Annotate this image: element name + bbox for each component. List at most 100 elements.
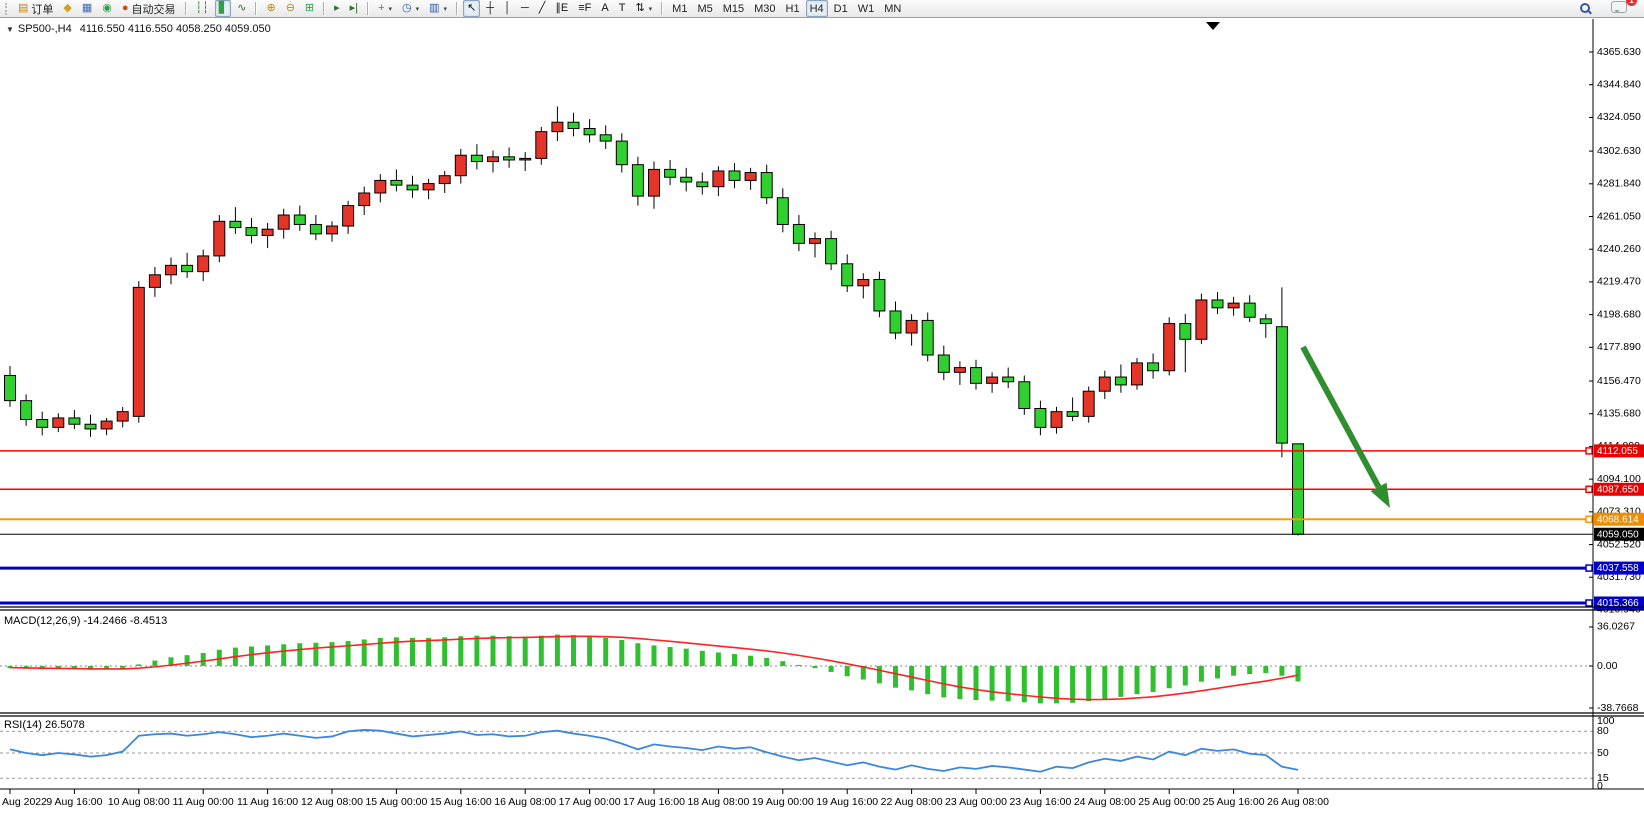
zoom-out-button[interactable]: ⊖ <box>282 0 299 17</box>
price-tick-label: 4261.050 <box>1597 210 1641 222</box>
zoom-in-button[interactable]: ⊕ <box>262 0 279 17</box>
templates-button[interactable]: ▥▾ <box>425 0 451 17</box>
crosshair-button[interactable]: ┼ <box>482 0 498 17</box>
candle-body <box>21 401 32 420</box>
new-order-button-label: 订单 <box>31 1 53 17</box>
candle-body <box>922 320 933 355</box>
level-handle[interactable] <box>1586 486 1592 492</box>
horizontal-line-icon: ─ <box>521 3 529 14</box>
arrow-shaft <box>1303 347 1379 487</box>
fibonacci-button[interactable]: ≡F <box>574 0 595 17</box>
candle-body <box>423 184 434 190</box>
candle-body <box>1019 382 1030 409</box>
level-handle[interactable] <box>1586 565 1592 571</box>
tf-h1-button[interactable]: H1 <box>782 0 804 17</box>
bar-chart-button[interactable]: ┆┆ <box>192 0 213 17</box>
chat-button[interactable]: 1 <box>1607 0 1631 17</box>
trendline-button[interactable]: ╱ <box>535 0 550 17</box>
add-indicator-button[interactable]: +▾ <box>374 0 396 17</box>
candle-body <box>1132 363 1143 385</box>
chart-shift-button[interactable]: ▸| <box>346 0 362 17</box>
price-tick-label: 4324.050 <box>1597 111 1641 123</box>
periods-button[interactable]: ◷▾ <box>398 0 423 17</box>
tf-mn-button-label: MN <box>884 3 901 15</box>
candle-body <box>842 264 853 286</box>
level-price-label: 4037.558 <box>1597 563 1639 574</box>
equidistant-channel-button[interactable]: ∥E <box>551 0 572 17</box>
search-button[interactable] <box>1576 0 1595 17</box>
candle-body <box>327 226 338 234</box>
time-axis[interactable]: Aug 20229 Aug 16:0010 Aug 08:0011 Aug 00… <box>2 789 1329 808</box>
candle-body <box>1035 409 1046 428</box>
candles-layer <box>5 106 1304 535</box>
vertical-line-button[interactable]: │ <box>500 0 515 17</box>
candle-body <box>1003 377 1014 382</box>
time-tick-label: 23 Aug 16:00 <box>1009 796 1071 808</box>
time-tick-label: Aug 2022 <box>2 796 47 808</box>
level-handle[interactable] <box>1586 600 1592 606</box>
chart-canvas[interactable]: 4365.6304344.8404324.0504302.6304281.840… <box>0 19 1644 809</box>
market-watch-icon: ▦ <box>82 3 92 14</box>
horizontal-line-button[interactable]: ─ <box>517 0 533 17</box>
candle-body <box>149 275 160 288</box>
signals-icon: ◉ <box>102 3 112 14</box>
time-tick-label: 23 Aug 00:00 <box>945 796 1007 808</box>
tf-mn-button[interactable]: MN <box>880 0 905 17</box>
time-tick-label: 9 Aug 16:00 <box>46 796 102 808</box>
candle-body <box>1148 363 1159 371</box>
down-arrow-annotation[interactable] <box>1303 347 1390 508</box>
fibonacci-icon: ≡F <box>578 3 591 14</box>
time-tick-label: 16 Aug 08:00 <box>494 796 556 808</box>
candle-body <box>1164 324 1175 371</box>
text-label-button[interactable]: T <box>615 0 630 17</box>
signals-button[interactable]: ◉ <box>98 0 116 17</box>
tf-d1-button[interactable]: D1 <box>830 0 852 17</box>
auto-scroll-button[interactable]: ▸ <box>330 0 344 17</box>
tf-m1-button[interactable]: M1 <box>668 0 691 17</box>
tile-windows-icon: ⊞ <box>305 3 314 14</box>
time-tick-label: 19 Aug 16:00 <box>816 796 878 808</box>
new-order-icon: ▤ <box>18 3 28 14</box>
time-tick-label: 18 Aug 08:00 <box>687 796 749 808</box>
candle-body <box>890 311 901 333</box>
chart-shift-marker-icon[interactable] <box>1206 22 1220 30</box>
levels-layer[interactable]: 4112.0554087.6504068.6144059.0504037.558… <box>0 444 1644 609</box>
candle-body <box>133 287 144 416</box>
time-tick-label: 12 Aug 08:00 <box>301 796 363 808</box>
level-handle[interactable] <box>1586 448 1592 454</box>
level-handle[interactable] <box>1586 516 1592 522</box>
cursor-button[interactable]: ↖ <box>463 0 480 17</box>
tile-windows-button[interactable]: ⊞ <box>301 0 318 17</box>
tf-m5-button[interactable]: M5 <box>693 0 716 17</box>
price-tick-label: 4177.890 <box>1597 341 1641 353</box>
candle-body <box>745 173 756 181</box>
tf-h4-button-label: H4 <box>810 3 824 15</box>
macd-axis-label: 36.0267 <box>1597 621 1635 633</box>
candle-body <box>85 424 96 429</box>
new-order-button[interactable]: ▤订单 <box>14 0 57 17</box>
candle-body <box>1099 377 1110 391</box>
autotrading-button-label: 自动交易 <box>132 1 176 17</box>
candlestick-chart-button[interactable]: ▋ <box>215 0 231 17</box>
candle-body <box>1067 412 1078 417</box>
chart-profiles-button[interactable]: ◆ <box>59 0 75 17</box>
time-tick-label: 22 Aug 08:00 <box>881 796 943 808</box>
tf-m15-button[interactable]: M15 <box>719 0 748 17</box>
bar-chart-icon: ┆┆ <box>196 3 209 14</box>
profiles-icon: ◆ <box>63 3 71 14</box>
template-icon: ▥ <box>429 3 439 14</box>
price-tick-label: 4302.630 <box>1597 145 1641 157</box>
tf-h4-button[interactable]: H4 <box>806 0 828 17</box>
tf-w1-button[interactable]: W1 <box>854 0 879 17</box>
price-tick-label: 4156.470 <box>1597 375 1641 387</box>
chart-window[interactable]: 4365.6304344.8404324.0504302.6304281.840… <box>0 19 1644 809</box>
autotrading-button[interactable]: ●自动交易 <box>118 0 180 17</box>
price-tick-label: 4135.680 <box>1597 408 1641 420</box>
candle-body <box>568 122 579 128</box>
arrow-tools-button[interactable]: ⇅▾ <box>631 0 656 17</box>
market-watch-button[interactable]: ▦ <box>78 0 96 17</box>
candle-body <box>262 229 273 235</box>
tf-m30-button[interactable]: M30 <box>750 0 779 17</box>
text-button[interactable]: A <box>597 0 612 17</box>
line-chart-button[interactable]: ∿ <box>233 0 250 17</box>
